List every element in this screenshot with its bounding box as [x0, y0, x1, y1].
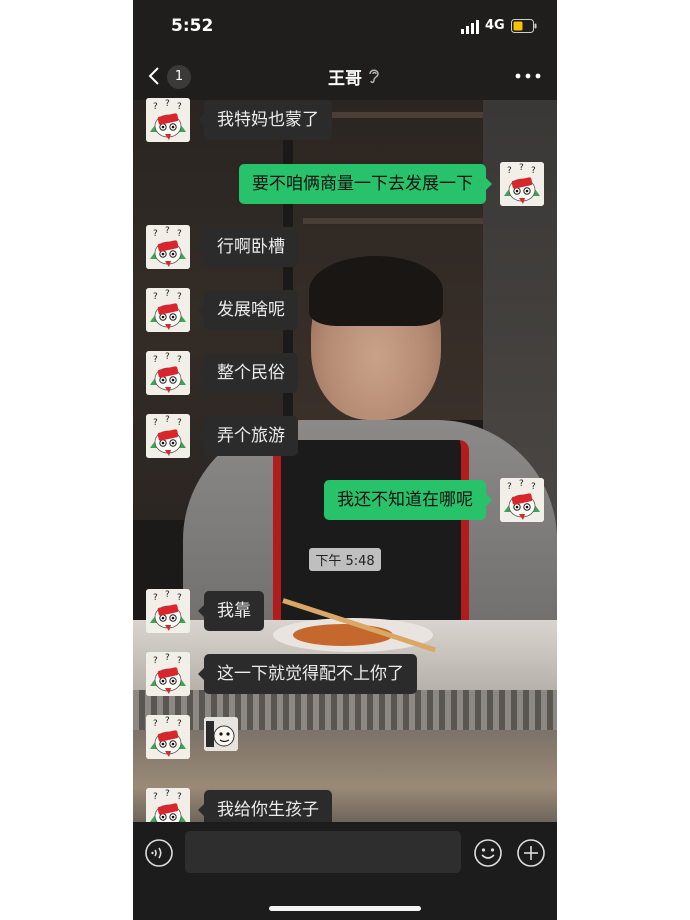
svg-text:?: ? — [165, 590, 170, 600]
avatar-image: ??? — [146, 351, 190, 395]
avatar-image: ??? — [146, 652, 190, 696]
message-bubble[interactable]: 发展啥呢 — [198, 290, 298, 330]
contact-avatar[interactable]: ??? — [146, 414, 190, 458]
my-avatar[interactable]: ??? — [500, 478, 544, 522]
svg-text:?: ? — [165, 789, 170, 799]
ear-icon — [369, 69, 379, 84]
input-bar — [133, 822, 557, 920]
svg-text:?: ? — [531, 166, 536, 176]
svg-text:?: ? — [153, 355, 158, 365]
svg-text:?: ? — [153, 418, 158, 428]
message-bubble[interactable]: 行啊卧槽 — [198, 227, 298, 267]
svg-text:?: ? — [165, 716, 170, 726]
contact-avatar[interactable]: ??? — [146, 288, 190, 332]
contact-avatar[interactable]: ??? — [146, 351, 190, 395]
svg-text:?: ? — [153, 719, 158, 729]
message-bubble[interactable]: 我还不知道在哪呢 — [324, 480, 492, 520]
svg-text:?: ? — [153, 229, 158, 239]
voice-icon[interactable] — [144, 838, 174, 868]
svg-text:?: ? — [153, 292, 158, 302]
phone-screen: 5:52 4G 1 王哥 ? ? ? 我特妈也蒙了 ? ? ? 要不咱俩商量一下… — [133, 0, 557, 920]
message-bubble[interactable]: 弄个旅游 — [198, 416, 298, 456]
svg-text:?: ? — [177, 719, 182, 729]
svg-text:?: ? — [153, 102, 158, 112]
avatar-image: ??? — [500, 162, 544, 206]
svg-text:?: ? — [177, 355, 182, 365]
more-dots-icon[interactable] — [513, 68, 543, 84]
avatar-image: ??? — [146, 589, 190, 633]
svg-text:?: ? — [165, 226, 170, 236]
svg-text:?: ? — [177, 593, 182, 603]
network-label: 4G — [485, 18, 505, 33]
svg-text:?: ? — [153, 792, 158, 802]
avatar-image: ??? — [146, 414, 190, 458]
avatar-image: ??? — [500, 478, 544, 522]
contact-avatar[interactable]: ??? — [146, 652, 190, 696]
svg-text:?: ? — [165, 415, 170, 425]
chat-title: 王哥 — [328, 69, 362, 89]
svg-text:?: ? — [519, 163, 524, 173]
message-input[interactable] — [185, 831, 461, 873]
svg-text:?: ? — [165, 99, 170, 109]
avatar-image: ??? — [146, 288, 190, 332]
status-bar: 5:52 4G — [133, 0, 557, 50]
signal-icon — [461, 20, 479, 34]
svg-text:?: ? — [177, 656, 182, 666]
svg-text:?: ? — [519, 479, 524, 489]
avatar-image: ??? — [146, 788, 190, 822]
message-bubble[interactable]: 我特妈也蒙了 — [198, 100, 332, 140]
my-avatar[interactable]: ??? — [500, 162, 544, 206]
message-bubble[interactable]: 这一下就觉得配不上你了 — [198, 654, 417, 694]
home-indicator[interactable] — [269, 906, 421, 911]
svg-text:?: ? — [165, 352, 170, 362]
svg-text:?: ? — [165, 653, 170, 663]
contact-avatar[interactable]: ??? — [146, 225, 190, 269]
message-bubble[interactable]: 要不咱俩商量一下去发展一下 — [239, 164, 492, 204]
svg-text:?: ? — [177, 229, 182, 239]
contact-avatar[interactable]: ??? — [146, 98, 190, 142]
sticker-face-icon — [204, 717, 238, 751]
svg-text:?: ? — [165, 289, 170, 299]
svg-text:?: ? — [177, 292, 182, 302]
svg-text:?: ? — [153, 656, 158, 666]
svg-text:?: ? — [177, 792, 182, 802]
svg-text:?: ? — [507, 166, 512, 176]
time-separator-label: 下午 5:48 — [309, 548, 381, 571]
time-separator: 下午 5:48 — [133, 548, 557, 571]
svg-text:?: ? — [153, 593, 158, 603]
svg-text:?: ? — [531, 482, 536, 492]
chat-header: 1 王哥 — [133, 56, 557, 96]
contact-avatar[interactable]: ??? — [146, 589, 190, 633]
plus-icon[interactable] — [516, 838, 546, 868]
avatar-image: ??? — [146, 225, 190, 269]
status-time: 5:52 — [171, 16, 214, 36]
svg-text:?: ? — [177, 418, 182, 428]
emoji-icon[interactable] — [473, 838, 503, 868]
svg-text:?: ? — [177, 102, 182, 112]
avatar-image: ??? — [146, 98, 190, 142]
avatar-image: ??? — [146, 715, 190, 759]
message-bubble[interactable]: 我给你生孩子 — [198, 790, 332, 822]
contact-avatar[interactable]: ??? — [146, 788, 190, 822]
message-bubble[interactable]: 整个民俗 — [198, 353, 298, 393]
message-bubble[interactable]: 我靠 — [198, 591, 264, 631]
battery-icon — [511, 19, 537, 33]
contact-avatar[interactable]: ??? — [146, 715, 190, 759]
svg-text:?: ? — [507, 482, 512, 492]
sticker-message[interactable] — [204, 717, 238, 751]
message-list: ??? 我特妈也蒙了 ??? 要不咱俩商量一下去发展一下 ??? 行啊卧槽 ??… — [133, 96, 557, 822]
